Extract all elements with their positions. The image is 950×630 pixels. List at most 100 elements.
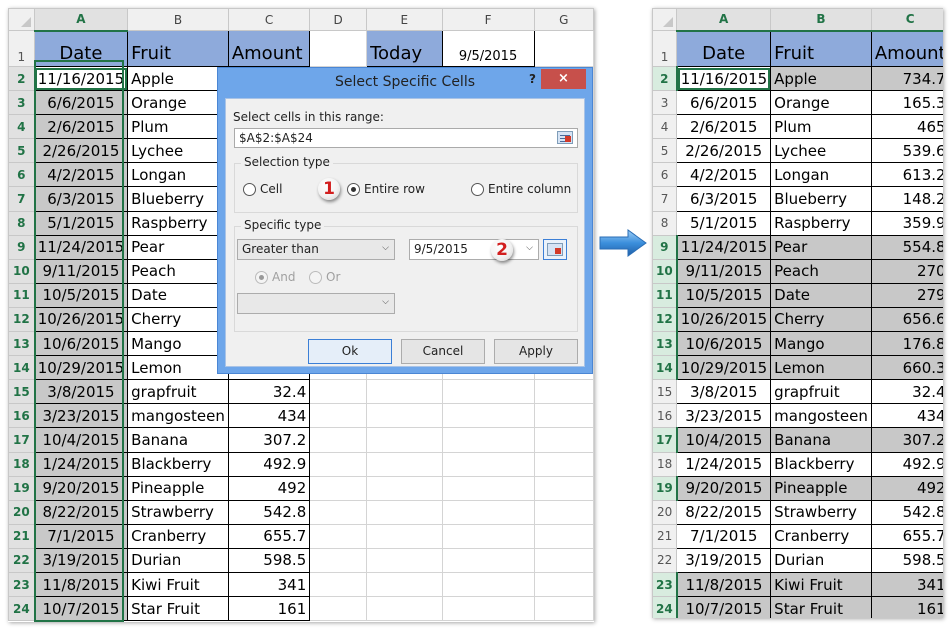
amount-cell[interactable]: 32.4	[227, 379, 311, 405]
row-number[interactable]: 8	[652, 210, 678, 236]
empty-cell[interactable]	[309, 451, 368, 477]
row-number[interactable]: 10	[652, 258, 678, 284]
date-cell[interactable]: 11/16/2015	[33, 65, 129, 92]
fruit-cell[interactable]: Strawberry	[127, 499, 229, 525]
empty-cell[interactable]	[366, 451, 443, 477]
amount-cell[interactable]: 542.8	[227, 499, 311, 525]
fruit-cell[interactable]: Lychee	[127, 138, 229, 164]
fruit-cell[interactable]: Star Fruit	[127, 596, 229, 622]
amount-cell[interactable]: 542.8	[870, 499, 943, 525]
help-button[interactable]: ?	[529, 72, 536, 86]
radio-cell-indicator[interactable]	[243, 182, 256, 196]
radio-or-indicator[interactable]	[309, 270, 322, 284]
date-cell[interactable]: 3/8/2015	[33, 379, 129, 405]
row-number[interactable]: 2	[8, 65, 35, 92]
fruit-cell[interactable]: Cherry	[127, 306, 229, 333]
amount-cell[interactable]: 359.9	[870, 210, 943, 236]
date-cell[interactable]: 6/6/2015	[676, 90, 772, 116]
amount-cell[interactable]: 32.4	[870, 379, 943, 405]
row-number[interactable]: 21	[8, 523, 35, 549]
date-cell[interactable]: 3/8/2015	[676, 379, 772, 405]
fruit-cell[interactable]: Blackberry	[127, 451, 229, 477]
fruit-cell[interactable]: Lychee	[770, 138, 872, 164]
amount-cell[interactable]: 655.7	[870, 523, 943, 549]
empty-cell[interactable]	[366, 403, 443, 429]
today-value[interactable]: 9/5/2015	[441, 30, 535, 67]
date-cell[interactable]: 10/26/2015	[676, 306, 772, 333]
fruit-cell[interactable]: Lemon	[127, 355, 229, 381]
row-number[interactable]: 10	[8, 258, 35, 284]
radio-entire-row[interactable]: Entire row	[347, 182, 425, 196]
today-label[interactable]: Today	[366, 30, 443, 67]
row-number[interactable]: 5	[8, 138, 35, 164]
empty-cell[interactable]	[533, 403, 594, 429]
date-cell[interactable]: 8/22/2015	[33, 499, 129, 525]
date-cell[interactable]: 10/26/2015	[33, 306, 129, 333]
row-number[interactable]: 6	[8, 162, 35, 188]
empty-cell[interactable]	[366, 571, 443, 598]
date-cell[interactable]: 6/3/2015	[33, 186, 129, 212]
amount-cell[interactable]: 465	[870, 114, 943, 140]
fruit-cell[interactable]: Durian	[770, 547, 872, 573]
fruit-cell[interactable]: Pineapple	[770, 475, 872, 501]
row-number[interactable]: 20	[8, 499, 35, 525]
close-button[interactable]: ×	[541, 69, 586, 89]
amount-cell[interactable]: 656.6	[870, 306, 943, 333]
empty-cell[interactable]	[309, 547, 368, 573]
empty-cell[interactable]	[533, 451, 594, 477]
fruit-cell[interactable]: Plum	[127, 114, 229, 140]
empty-cell[interactable]	[441, 523, 535, 549]
date-cell[interactable]: 3/23/2015	[33, 403, 129, 429]
amount-cell[interactable]: 161	[870, 596, 943, 618]
row-number[interactable]: 16	[8, 403, 35, 429]
date-cell[interactable]: 10/4/2015	[676, 427, 772, 453]
empty-cell[interactable]	[441, 403, 535, 429]
fruit-cell[interactable]: Mango	[127, 331, 229, 357]
fruit-cell[interactable]: Cranberry	[127, 523, 229, 549]
row-number[interactable]: 18	[652, 451, 678, 477]
fruit-cell[interactable]: Strawberry	[770, 499, 872, 525]
fruit-cell[interactable]: Date	[770, 282, 872, 308]
date-cell[interactable]: 11/16/2015	[676, 65, 772, 92]
empty-cell[interactable]	[309, 499, 368, 525]
fruit-cell[interactable]: Plum	[770, 114, 872, 140]
empty-cell[interactable]	[533, 427, 594, 453]
empty-cell[interactable]	[309, 571, 368, 598]
row-number[interactable]: 14	[652, 355, 678, 381]
fruit-cell[interactable]: Blackberry	[770, 451, 872, 477]
date-cell[interactable]: 3/23/2015	[676, 403, 772, 429]
value-picker-button[interactable]	[543, 239, 567, 260]
row-number[interactable]: 3	[652, 90, 678, 116]
range-picker-icon[interactable]	[557, 131, 573, 144]
radio-cell[interactable]: Cell	[243, 182, 282, 196]
radio-entire-column[interactable]: Entire column	[471, 182, 571, 196]
row-number[interactable]: 19	[8, 475, 35, 501]
cell-d1[interactable]	[309, 30, 368, 67]
row-number[interactable]: 3	[8, 90, 35, 116]
date-cell[interactable]: 3/19/2015	[676, 547, 772, 573]
row-number[interactable]: 11	[8, 282, 35, 308]
fruit-cell[interactable]: Orange	[127, 90, 229, 116]
header-date[interactable]: Date	[676, 30, 772, 67]
column-header-c[interactable]: C	[870, 8, 943, 32]
empty-cell[interactable]	[533, 596, 594, 622]
date-cell[interactable]: 3/19/2015	[33, 547, 129, 573]
amount-cell[interactable]: 655.7	[227, 523, 311, 549]
cell-g1[interactable]	[533, 30, 594, 67]
date-cell[interactable]: 7/1/2015	[676, 523, 772, 549]
empty-cell[interactable]	[309, 523, 368, 549]
row-number[interactable]: 5	[652, 138, 678, 164]
column-header-c[interactable]: C	[227, 8, 311, 31]
empty-cell[interactable]	[366, 427, 443, 453]
date-cell[interactable]: 10/5/2015	[33, 282, 129, 308]
amount-cell[interactable]: 434	[870, 403, 943, 429]
row-number[interactable]: 9	[652, 234, 678, 260]
date-cell[interactable]: 10/5/2015	[676, 282, 772, 308]
date-cell[interactable]: 11/24/2015	[33, 234, 129, 260]
amount-cell[interactable]: 492.9	[870, 451, 943, 477]
empty-cell[interactable]	[533, 475, 594, 501]
row-number[interactable]: 22	[8, 547, 35, 573]
row-number[interactable]: 12	[652, 306, 678, 333]
fruit-cell[interactable]: mangosteen	[127, 403, 229, 429]
amount-cell[interactable]: 492	[227, 475, 311, 501]
